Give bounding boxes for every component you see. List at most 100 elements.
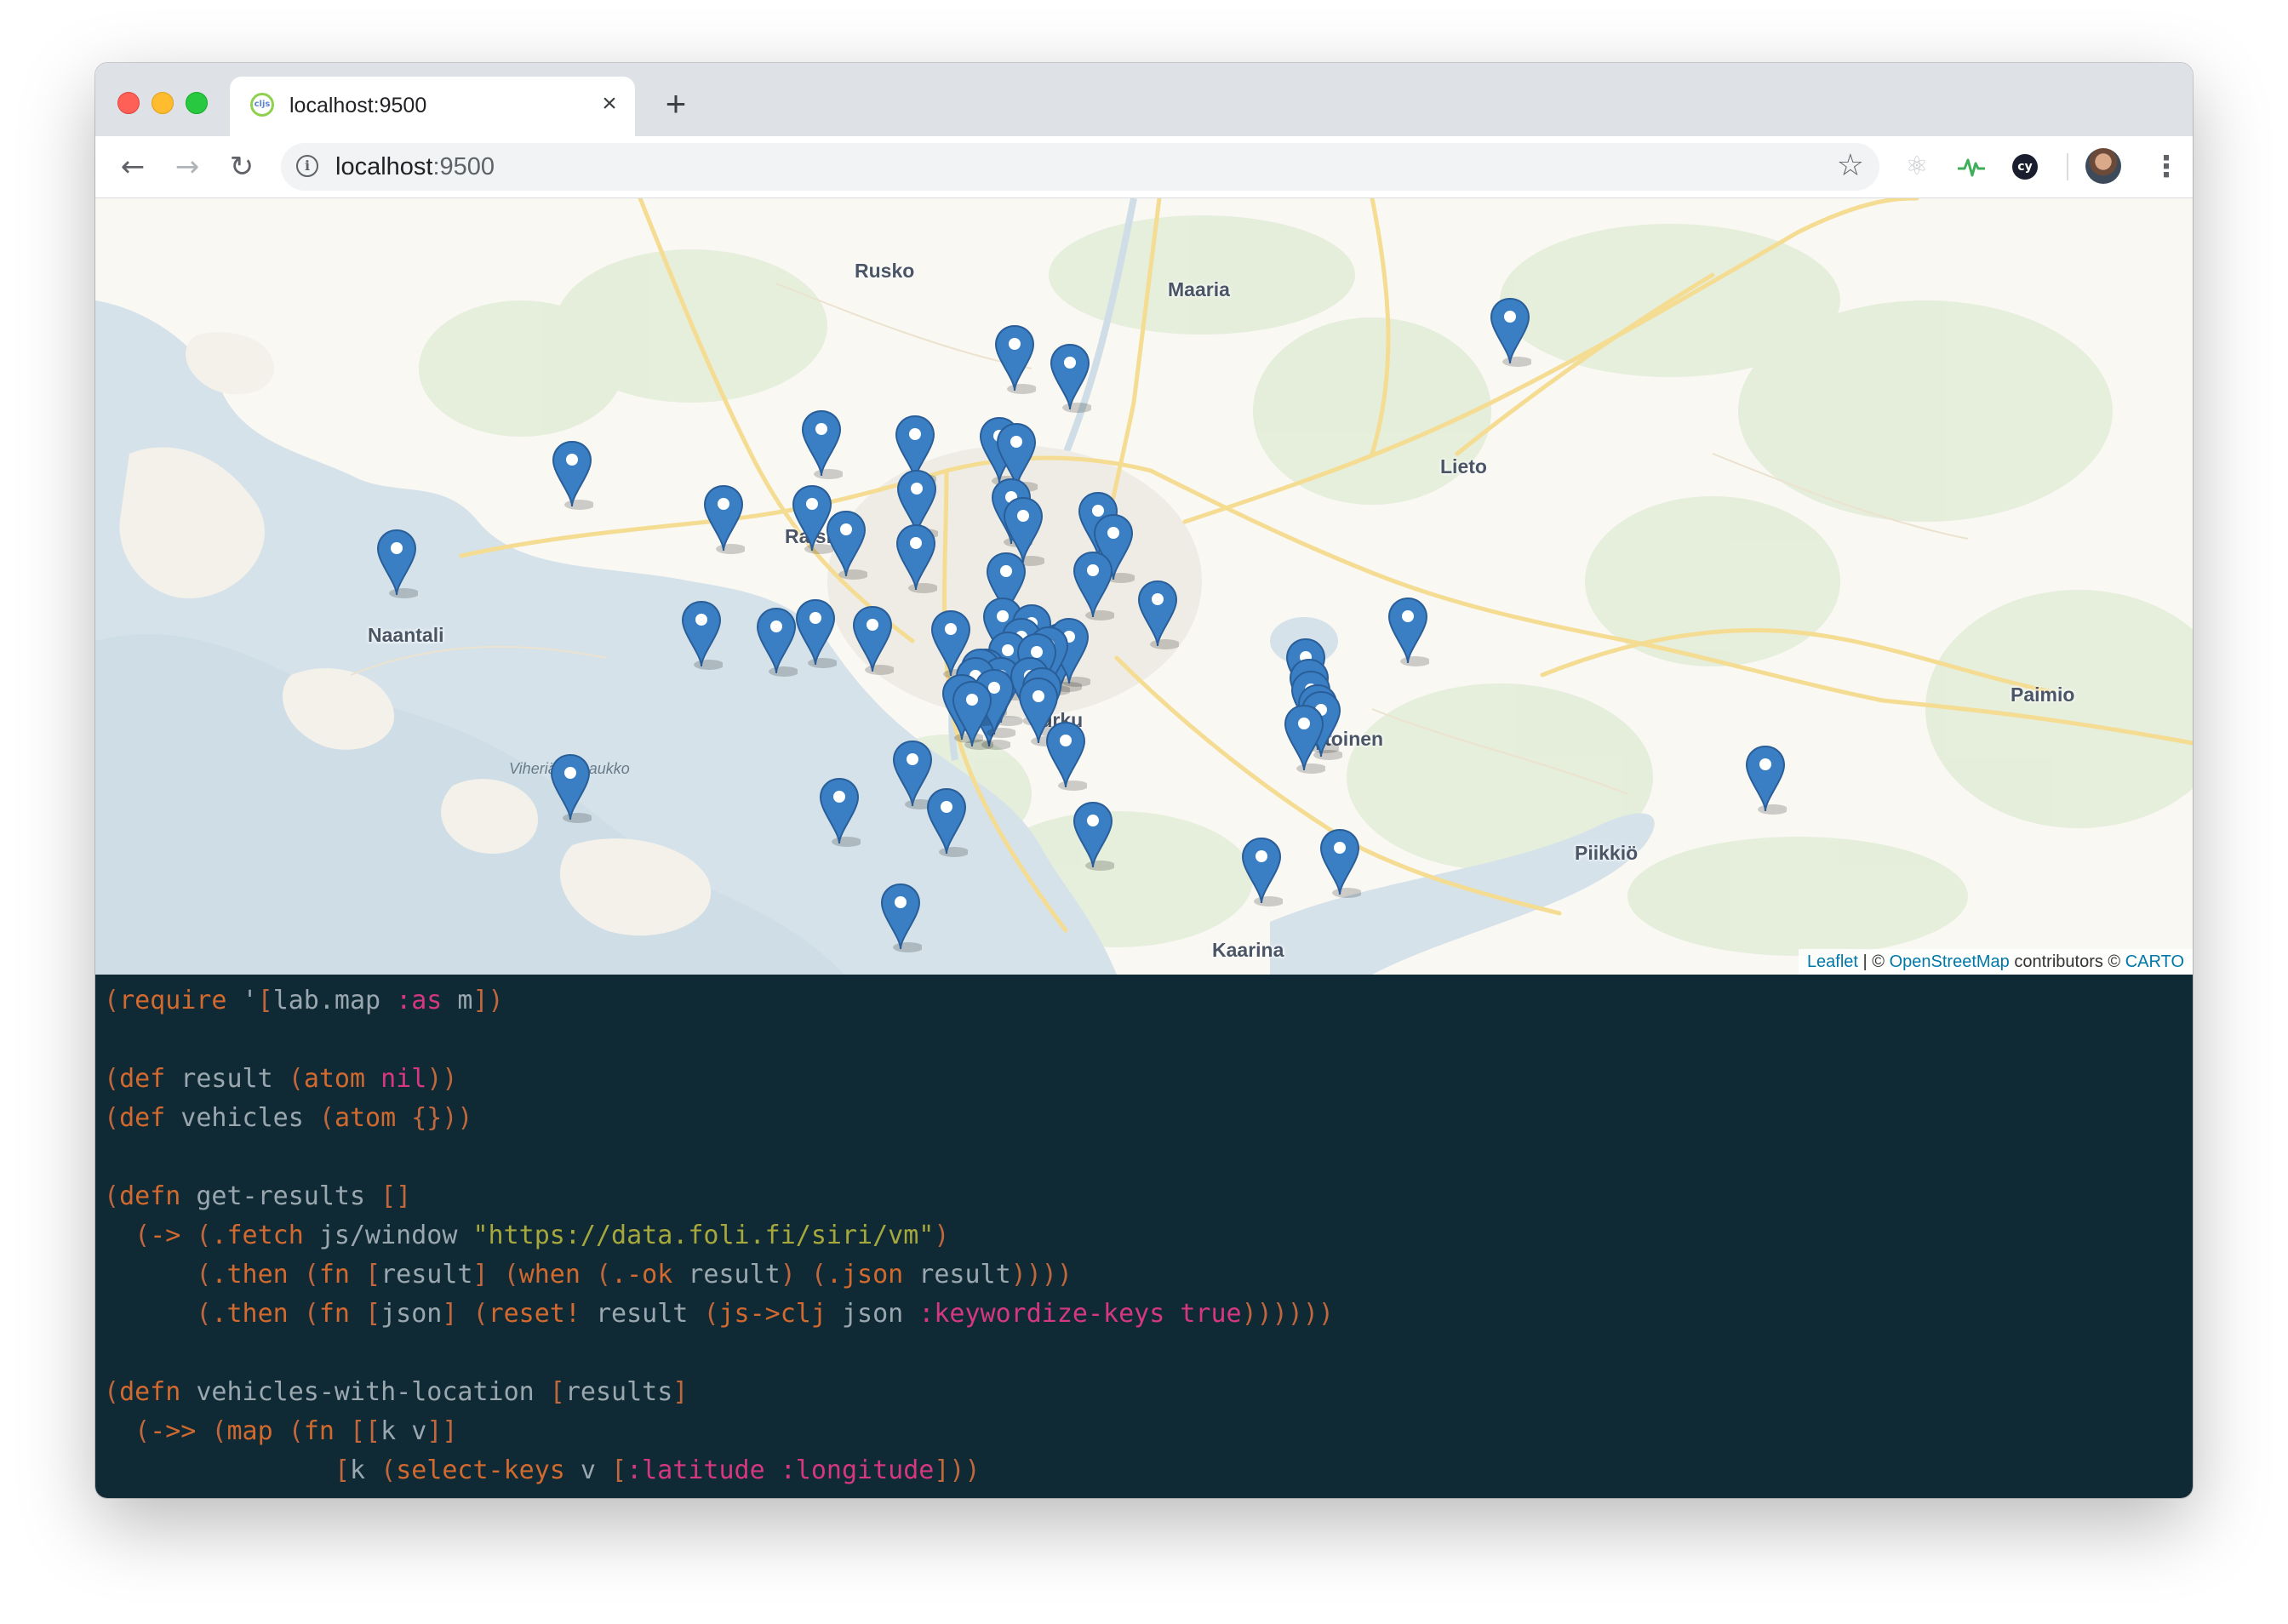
code-token: ->: [150, 1221, 181, 1250]
code-token: result: [672, 1260, 781, 1289]
map-marker-icon[interactable]: [1240, 837, 1283, 906]
code-token: (: [104, 1103, 120, 1133]
map-marker-icon[interactable]: [1283, 704, 1325, 774]
map-marker-icon[interactable]: [1318, 828, 1361, 898]
map-marker-icon[interactable]: [755, 607, 798, 677]
code-token: .-ok: [611, 1260, 673, 1289]
code-token: [: [257, 986, 273, 1015]
code-token: (: [196, 1260, 212, 1289]
forward-arrow-icon[interactable]: →: [169, 148, 206, 186]
map-marker-icon[interactable]: [879, 883, 922, 952]
code-line: (.then (fn [json] (reset! result (js->cl…: [104, 1295, 1334, 1334]
leaflet-link[interactable]: Leaflet: [1807, 952, 1858, 971]
back-arrow-icon[interactable]: ←: [114, 148, 152, 186]
code-token: reset!: [488, 1299, 581, 1329]
window-maximize-button[interactable]: [186, 92, 208, 114]
map-marker-icon[interactable]: [680, 600, 723, 670]
carto-link[interactable]: CARTO: [2125, 952, 2184, 971]
code-token: v: [564, 1455, 612, 1485]
code-editor[interactable]: (require '[lab.map :as m]) (def result (a…: [95, 975, 2193, 1498]
cljs-favicon-icon: cljs: [250, 93, 274, 117]
new-tab-button[interactable]: +: [657, 86, 695, 124]
code-token: result: [903, 1260, 1011, 1289]
code-token: )))): [1010, 1260, 1072, 1289]
code-line: (-> (.fetch js/window "https://data.foli…: [104, 1216, 949, 1255]
code-line: (def result (atom nil)): [104, 1060, 457, 1099]
map-marker-icon[interactable]: [951, 680, 993, 750]
code-token: def: [119, 1064, 166, 1094]
code-token: vehicles-with-location: [180, 1377, 550, 1407]
reload-icon[interactable]: ↻: [223, 148, 260, 186]
map-marker-icon[interactable]: [702, 484, 745, 554]
map-marker-icon[interactable]: [1072, 551, 1114, 620]
cypress-extension-icon[interactable]: cy: [2012, 154, 2038, 180]
place-label: Paimio: [2011, 683, 2075, 706]
code-token: lab.map: [272, 986, 397, 1015]
code-token: [: [365, 1299, 381, 1329]
code-token: select-keys: [396, 1455, 565, 1485]
url-text[interactable]: localhost:9500: [335, 153, 495, 181]
code-token: :longitude: [780, 1455, 935, 1485]
map-marker-icon[interactable]: [549, 753, 592, 823]
openstreetmap-link[interactable]: OpenStreetMap: [1890, 952, 2010, 971]
map-marker-icon[interactable]: [375, 529, 418, 598]
map-marker-icon[interactable]: [895, 523, 937, 593]
code-token: k: [350, 1455, 381, 1485]
code-token: ': [226, 986, 258, 1015]
code-token: fn: [318, 1299, 350, 1329]
code-token: [[: [350, 1416, 381, 1446]
code-line: (.then (fn [result] (when (.-ok result) …: [104, 1255, 1072, 1295]
window-minimize-button[interactable]: [152, 92, 174, 114]
code-token: ]: [442, 1299, 458, 1329]
code-token: fn: [303, 1416, 335, 1446]
code-token: (: [104, 986, 120, 1015]
map-marker-icon[interactable]: [1049, 343, 1091, 413]
map-marker-icon[interactable]: [1072, 801, 1114, 871]
code-token: .fetch: [211, 1221, 304, 1250]
map-marker-icon[interactable]: [800, 409, 843, 479]
window-close-button[interactable]: [117, 92, 140, 114]
pulse-extension-icon[interactable]: [1956, 152, 1987, 182]
code-line: (defn vehicles-with-location [results]: [104, 1373, 688, 1412]
address-bar[interactable]: i localhost:9500 ☆: [281, 143, 1879, 191]
map-marker-icon[interactable]: [925, 787, 968, 857]
map-marker-icon[interactable]: [1387, 597, 1429, 666]
avatar[interactable]: [2085, 148, 2121, 184]
map-marker-icon[interactable]: [851, 605, 894, 675]
code-token: ]]: [426, 1416, 458, 1446]
close-icon[interactable]: ×: [594, 89, 625, 119]
place-label: Lieto: [1440, 455, 1487, 477]
code-token: result: [580, 1299, 704, 1329]
menu-kebab-icon[interactable]: ⋮: [2152, 148, 2181, 186]
map-marker-icon[interactable]: [818, 777, 861, 847]
bookmark-star-icon[interactable]: ☆: [1837, 148, 1864, 183]
code-line: (->> (map (fn [[k v]]: [104, 1412, 457, 1451]
map-marker-icon[interactable]: [1744, 745, 1787, 815]
map-marker-icon[interactable]: [1044, 721, 1087, 791]
map-marker-icon[interactable]: [794, 598, 837, 668]
react-devtools-icon[interactable]: ⚛: [1902, 152, 1932, 182]
map-view[interactable]: Rusko Maaria Lieto Naantali Raisio Litto…: [95, 198, 2193, 975]
map-marker-icon[interactable]: [825, 510, 867, 580]
place-label: Piikkiö: [1575, 842, 1639, 864]
tab-localhost[interactable]: cljs localhost:9500 ×: [230, 77, 635, 136]
site-info-icon[interactable]: i: [296, 155, 318, 177]
map-marker-icon[interactable]: [1489, 297, 1531, 367]
map-marker-icon[interactable]: [993, 324, 1036, 394]
code-token: (: [703, 1299, 719, 1329]
map-marker-icon[interactable]: [1136, 580, 1179, 649]
code-token: (: [134, 1221, 151, 1250]
code-token: []: [380, 1181, 412, 1211]
code-token: ]: [672, 1377, 689, 1407]
map-marker-icon[interactable]: [551, 440, 593, 510]
